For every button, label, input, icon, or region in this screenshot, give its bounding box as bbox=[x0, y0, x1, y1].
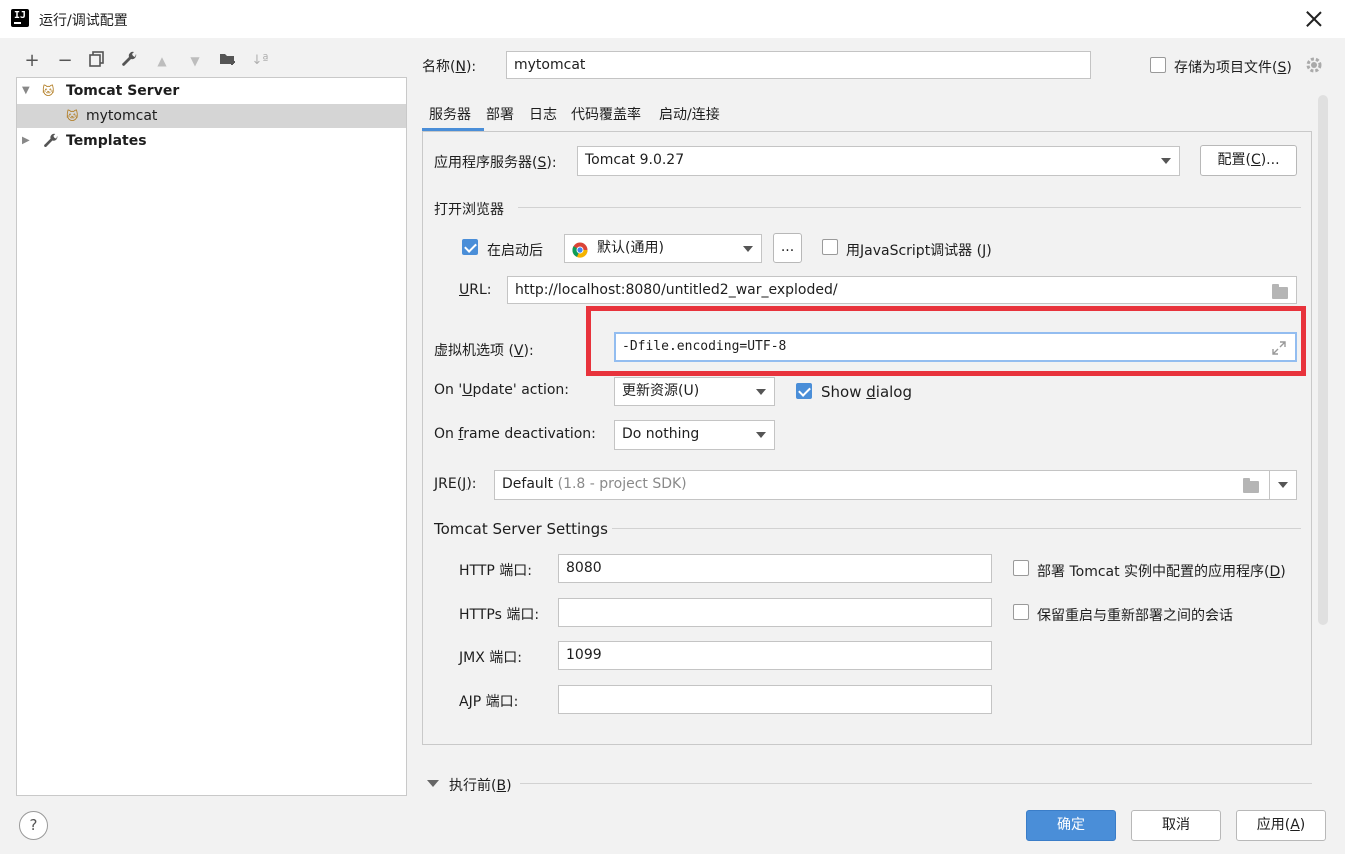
wrench-icon bbox=[43, 133, 60, 158]
url-input[interactable]: http://localhost:8080/untitled2_war_expl… bbox=[507, 276, 1297, 304]
browser-more-button[interactable]: ... bbox=[773, 233, 802, 263]
tree-group-label: Tomcat Server bbox=[66, 83, 180, 99]
jre-select[interactable]: Default (1.8 - project SDK) bbox=[494, 470, 1297, 500]
tree-item-tomcat-server[interactable]: ▼ 🐱 Tomcat Server bbox=[17, 79, 406, 103]
tomcat-icon: 🐱 bbox=[42, 84, 55, 98]
show-dialog-label: Show dialog bbox=[821, 383, 913, 401]
tab-deployment[interactable]: 部署 bbox=[486, 104, 514, 128]
deploy-apps-label: 部署 Tomcat 实例中配置的应用程序(D) bbox=[1037, 564, 1286, 580]
move-down-icon[interactable]: ▼ bbox=[185, 51, 205, 71]
section-divider bbox=[520, 783, 1312, 784]
before-launch-label[interactable]: 执行前(B) bbox=[449, 775, 512, 795]
vm-options-label: 虚拟机选项 (V): bbox=[434, 343, 534, 359]
app-server-label: 应用程序服务器(S): bbox=[434, 155, 557, 171]
close-icon[interactable] bbox=[1303, 8, 1325, 30]
tab-logs[interactable]: 日志 bbox=[529, 104, 557, 128]
tomcat-icon: 🐱 bbox=[66, 109, 79, 123]
tab-server[interactable]: 服务器 bbox=[429, 104, 471, 128]
jmx-port-input[interactable]: 1099 bbox=[558, 641, 992, 670]
browser-select[interactable]: 默认(通用) bbox=[564, 234, 762, 263]
chevron-down-icon bbox=[756, 389, 766, 395]
sort-icon[interactable]: ↓ª bbox=[250, 51, 270, 71]
js-debugger-checkbox[interactable] bbox=[822, 239, 838, 255]
expanded-caret-icon[interactable]: ▼ bbox=[22, 79, 30, 103]
ajp-port-input[interactable] bbox=[558, 685, 992, 714]
deploy-apps-checkbox[interactable] bbox=[1013, 560, 1029, 576]
cancel-button[interactable]: 取消 bbox=[1131, 810, 1221, 841]
ajp-port-label: AJP 端口: bbox=[459, 694, 519, 710]
configure-button[interactable]: 配置(C)... bbox=[1200, 145, 1297, 176]
move-up-icon[interactable]: ▲ bbox=[152, 51, 172, 71]
url-label: URL: bbox=[459, 282, 492, 298]
scrollbar[interactable] bbox=[1318, 95, 1328, 625]
folder-icon[interactable] bbox=[1272, 284, 1288, 299]
help-icon[interactable]: ? bbox=[19, 811, 48, 840]
jmx-port-label: JMX 端口: bbox=[459, 650, 522, 666]
https-port-label: HTTPs 端口: bbox=[459, 607, 540, 623]
name-label: 名称(N): bbox=[422, 59, 477, 75]
name-input[interactable]: mytomcat bbox=[506, 51, 1091, 79]
gear-icon[interactable] bbox=[1305, 56, 1323, 78]
chevron-down-icon[interactable] bbox=[1278, 482, 1288, 488]
chrome-icon bbox=[572, 241, 588, 267]
tree-templates-label: Templates bbox=[66, 133, 147, 149]
section-divider bbox=[518, 207, 1301, 208]
app-server-select[interactable]: Tomcat 9.0.27 bbox=[577, 146, 1180, 176]
folder-add-icon[interactable] bbox=[218, 51, 238, 71]
tab-coverage[interactable]: 代码覆盖率 bbox=[571, 104, 641, 128]
tree-item-mytomcat[interactable]: 🐱 mytomcat bbox=[17, 104, 406, 128]
expand-caret-icon[interactable] bbox=[427, 780, 439, 787]
on-frame-deactivation-select[interactable]: Do nothing bbox=[614, 420, 775, 450]
intellij-logo-icon: IJ bbox=[9, 7, 31, 29]
preserve-sessions-label: 保留重启与重新部署之间的会话 bbox=[1037, 608, 1233, 624]
window-title: 运行/调试配置 bbox=[39, 13, 128, 29]
section-divider bbox=[612, 528, 1301, 529]
store-project-file-label: 存储为项目文件(S) bbox=[1174, 60, 1292, 76]
on-update-select[interactable]: 更新资源(U) bbox=[614, 377, 775, 406]
highlight-box bbox=[586, 306, 1306, 376]
copy-icon[interactable] bbox=[87, 51, 107, 71]
on-frame-deactivation-label: On frame deactivation: bbox=[434, 426, 596, 442]
on-update-label: On 'Update' action: bbox=[434, 382, 570, 398]
combo-divider bbox=[1269, 471, 1270, 499]
chevron-down-icon bbox=[743, 246, 753, 252]
folder-icon[interactable] bbox=[1243, 478, 1259, 493]
preserve-sessions-checkbox[interactable] bbox=[1013, 604, 1029, 620]
https-port-input[interactable] bbox=[558, 598, 992, 627]
ok-button[interactable]: 确定 bbox=[1026, 810, 1116, 841]
chevron-down-icon bbox=[756, 432, 766, 438]
add-icon[interactable]: + bbox=[22, 51, 42, 71]
show-dialog-checkbox[interactable] bbox=[796, 383, 812, 399]
chevron-down-icon bbox=[1161, 158, 1171, 164]
tree-item-templates[interactable]: ▶ Templates bbox=[17, 129, 406, 153]
tomcat-settings-section-label: Tomcat Server Settings bbox=[434, 520, 608, 538]
collapsed-caret-icon[interactable]: ▶ bbox=[22, 129, 30, 153]
apply-button[interactable]: 应用(A) bbox=[1236, 810, 1326, 841]
config-tree: ▼ 🐱 Tomcat Server 🐱 mytomcat ▶ Templates bbox=[16, 77, 407, 796]
wrench-icon[interactable] bbox=[120, 51, 140, 71]
tree-child-label: mytomcat bbox=[86, 108, 158, 124]
after-launch-label: 在启动后 bbox=[487, 243, 543, 259]
open-browser-section-label: 打开浏览器 bbox=[434, 202, 504, 218]
after-launch-checkbox[interactable] bbox=[462, 239, 478, 255]
store-project-file-checkbox[interactable] bbox=[1150, 57, 1166, 73]
jre-label: JRE(J): bbox=[434, 476, 477, 492]
remove-icon[interactable]: − bbox=[55, 51, 75, 71]
js-debugger-label: 用JavaScript调试器 (J) bbox=[846, 243, 992, 259]
http-port-label: HTTP 端口: bbox=[459, 563, 532, 579]
tab-startup-connection[interactable]: 启动/连接 bbox=[659, 104, 720, 128]
http-port-input[interactable]: 8080 bbox=[558, 554, 992, 583]
title-bar bbox=[0, 0, 1345, 38]
